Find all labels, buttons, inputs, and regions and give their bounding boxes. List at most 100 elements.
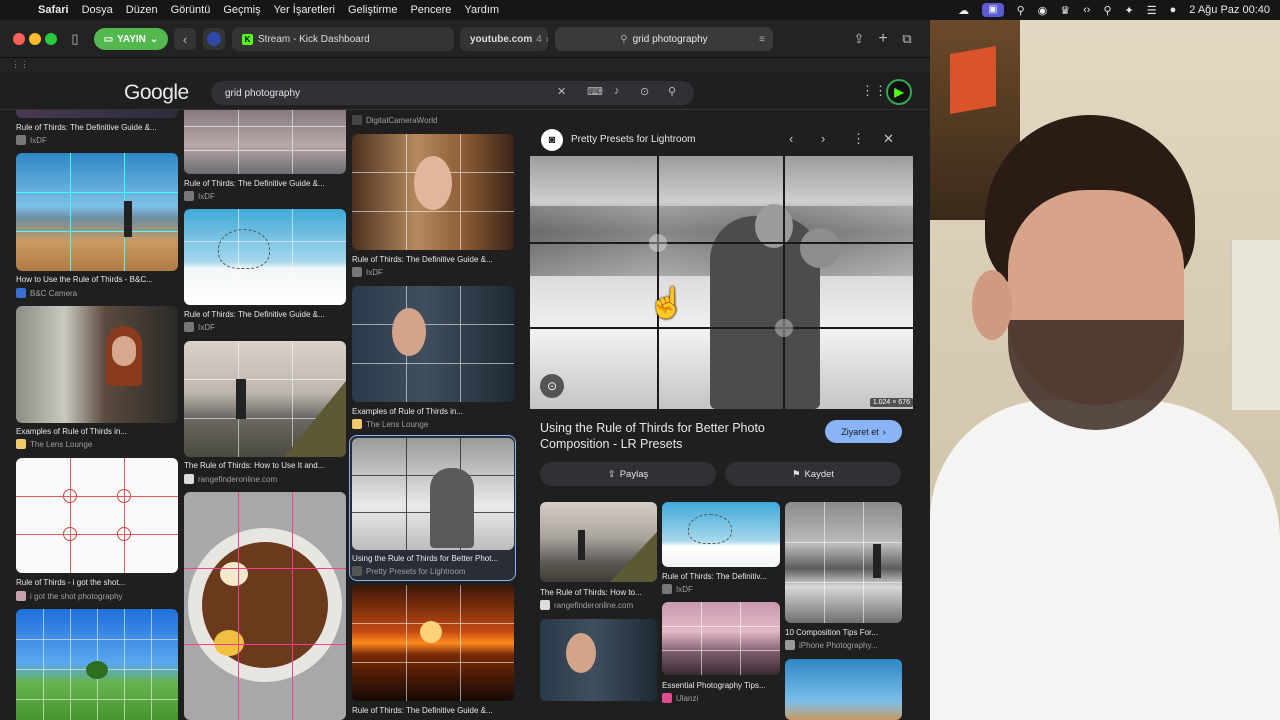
controller-icon[interactable]: ♛ bbox=[1060, 4, 1070, 17]
result-source[interactable]: rangefinderonline.com bbox=[184, 474, 277, 484]
result-thumbnail[interactable] bbox=[184, 110, 346, 174]
result-source[interactable]: IxDF bbox=[352, 267, 383, 277]
result-source[interactable]: The Lens Lounge bbox=[352, 419, 428, 429]
more-options-icon[interactable]: ⋮ bbox=[852, 131, 865, 147]
related-thumbnail[interactable] bbox=[662, 502, 780, 567]
result-source[interactable]: Pretty Presets for Lightroom bbox=[352, 566, 466, 576]
extension-icon[interactable] bbox=[203, 28, 225, 50]
microphone-icon[interactable]: ♪ bbox=[614, 85, 620, 97]
save-button[interactable]: ⚑ Kaydet bbox=[725, 462, 901, 486]
menu-edit[interactable]: Düzen bbox=[126, 4, 158, 16]
reader-icon[interactable]: ≡ bbox=[759, 34, 765, 45]
lens-icon[interactable]: ⊙ bbox=[640, 85, 649, 98]
tab-youtube[interactable]: youtube.com 4 › bbox=[460, 27, 548, 51]
result-thumbnail[interactable] bbox=[184, 492, 346, 720]
address-bar[interactable]: ⚲ grid photography ≡ bbox=[555, 27, 773, 51]
preview-site-name[interactable]: Pretty Presets for Lightroom bbox=[571, 134, 696, 145]
menu-file[interactable]: Dosya bbox=[82, 4, 113, 16]
result-thumbnail[interactable] bbox=[352, 134, 514, 250]
keyboard-icon[interactable]: ⌨ bbox=[587, 85, 603, 98]
result-source[interactable]: DigitalCameraWorld bbox=[352, 115, 437, 125]
related-thumbnail[interactable] bbox=[785, 502, 902, 623]
result-thumbnail[interactable] bbox=[184, 341, 346, 457]
related-source[interactable]: IxDF bbox=[662, 584, 693, 594]
zoom-window-button[interactable] bbox=[45, 33, 57, 45]
result-title[interactable]: Rule of Thirds: The Definitive Guide &..… bbox=[352, 255, 514, 264]
menu-history[interactable]: Geçmiş bbox=[223, 4, 260, 16]
related-title[interactable]: The Rule of Thirds: How to... bbox=[540, 588, 657, 597]
menu-app[interactable]: Safari bbox=[38, 4, 69, 16]
result-thumbnail[interactable] bbox=[352, 438, 514, 550]
related-thumbnail[interactable] bbox=[540, 502, 657, 582]
result-thumbnail[interactable] bbox=[352, 585, 514, 701]
live-profile-button[interactable]: ▭ YAYIN ⌄ bbox=[94, 28, 168, 50]
menu-view[interactable]: Görüntü bbox=[171, 4, 211, 16]
related-source[interactable]: Ulanzi bbox=[662, 693, 698, 703]
result-title[interactable]: Rule of Thirds: The Definitive Guide &..… bbox=[184, 179, 346, 188]
result-source[interactable]: B&C Camera bbox=[16, 288, 77, 298]
avatar[interactable]: ▶ bbox=[886, 79, 912, 105]
menu-help[interactable]: Yardım bbox=[464, 4, 499, 16]
play-icon[interactable]: ◉ bbox=[1038, 4, 1048, 17]
result-source[interactable]: i got the shot photography bbox=[16, 591, 123, 601]
related-source[interactable]: iPhone Photography... bbox=[785, 640, 878, 650]
result-title[interactable]: Rule of Thirds - i got the shot... bbox=[16, 578, 178, 587]
grid-icon[interactable]: ⋮⋮ bbox=[11, 59, 29, 70]
menu-develop[interactable]: Geliştirme bbox=[348, 4, 398, 16]
clear-icon[interactable]: ✕ bbox=[557, 85, 566, 98]
back-button[interactable]: ‹ bbox=[174, 28, 196, 50]
result-thumbnail[interactable] bbox=[184, 209, 346, 305]
result-title[interactable]: Examples of Rule of Thirds in... bbox=[16, 427, 178, 436]
result-title[interactable]: Examples of Rule of Thirds in... bbox=[352, 407, 514, 416]
tab-overview-icon[interactable]: ⧉ bbox=[896, 28, 918, 50]
related-source[interactable]: rangefinderonline.com bbox=[540, 600, 633, 610]
user-icon[interactable]: ● bbox=[1170, 4, 1177, 16]
result-thumbnail[interactable] bbox=[16, 306, 178, 423]
close-window-button[interactable] bbox=[13, 33, 25, 45]
menu-window[interactable]: Pencere bbox=[410, 4, 451, 16]
control-center-icon[interactable]: ☰ bbox=[1147, 4, 1157, 17]
related-title[interactable]: Essential Photography Tips... bbox=[662, 681, 780, 690]
result-title[interactable]: Rule of Thirds: The Definitive Guide &..… bbox=[184, 310, 346, 319]
apps-icon[interactable]: ⋮⋮ bbox=[861, 83, 887, 99]
result-title[interactable]: The Rule of Thirds: How to Use It and... bbox=[184, 461, 346, 470]
screen-record-icon[interactable]: ▣ bbox=[982, 3, 1004, 17]
result-thumbnail[interactable] bbox=[16, 458, 178, 573]
clock[interactable]: 2 Ağu Paz 00:40 bbox=[1189, 4, 1270, 16]
related-thumbnail[interactable] bbox=[785, 659, 902, 720]
new-tab-button[interactable]: + bbox=[872, 28, 894, 50]
tab-kick-dashboard[interactable]: K Stream - Kick Dashboard bbox=[232, 27, 454, 51]
google-logo[interactable]: Google bbox=[124, 81, 189, 105]
result-title[interactable]: How to Use the Rule of Thirds - B&C... bbox=[16, 275, 178, 284]
share-button[interactable]: ⇪ Paylaş bbox=[540, 462, 716, 486]
next-icon[interactable]: › bbox=[821, 131, 825, 146]
creative-cloud-icon[interactable]: ☁ bbox=[958, 4, 969, 17]
result-source[interactable]: IxDF bbox=[184, 191, 215, 201]
result-thumbnail[interactable] bbox=[16, 153, 178, 271]
related-thumbnail[interactable] bbox=[540, 619, 657, 701]
related-thumbnail[interactable] bbox=[662, 602, 780, 675]
search-input[interactable]: grid photography ✕ ⌨ ♪ ⊙ ⚲ bbox=[211, 81, 694, 105]
result-thumbnail[interactable] bbox=[16, 110, 178, 118]
preview-title[interactable]: Using the Rule of Thirds for Better Phot… bbox=[540, 420, 810, 452]
preview-image[interactable]: ☝ ⊙ 1.024 × 676 bbox=[530, 156, 913, 409]
menu-bookmarks[interactable]: Yer İşaretleri bbox=[274, 4, 335, 16]
result-title[interactable]: Rule of Thirds: The Definitive Guide &..… bbox=[16, 123, 178, 132]
sparkle-icon[interactable]: ✦ bbox=[1125, 4, 1134, 17]
result-source[interactable]: IxDF bbox=[184, 322, 215, 332]
lens-search-icon[interactable]: ⊙ bbox=[540, 374, 564, 398]
power-icon[interactable]: ⚲ bbox=[1017, 4, 1025, 17]
search-icon[interactable]: ⚲ bbox=[668, 85, 676, 98]
minimize-window-button[interactable] bbox=[29, 33, 41, 45]
related-title[interactable]: Rule of Thirds: The Definitiv... bbox=[662, 572, 780, 581]
result-title[interactable]: Using the Rule of Thirds for Better Phot… bbox=[352, 554, 514, 563]
sidebar-icon[interactable]: ▯ bbox=[64, 28, 86, 50]
previous-icon[interactable]: ‹ bbox=[789, 131, 793, 146]
result-title[interactable]: Rule of Thirds: The Definitive Guide &..… bbox=[352, 706, 514, 715]
result-thumbnail[interactable] bbox=[352, 286, 514, 402]
related-title[interactable]: 10 Composition Tips For... bbox=[785, 628, 902, 637]
result-source[interactable]: The Lens Lounge bbox=[16, 439, 92, 449]
result-thumbnail[interactable] bbox=[16, 609, 178, 720]
share-icon[interactable]: ⇪ bbox=[848, 28, 870, 50]
visit-button[interactable]: Ziyaret et › bbox=[825, 420, 902, 443]
